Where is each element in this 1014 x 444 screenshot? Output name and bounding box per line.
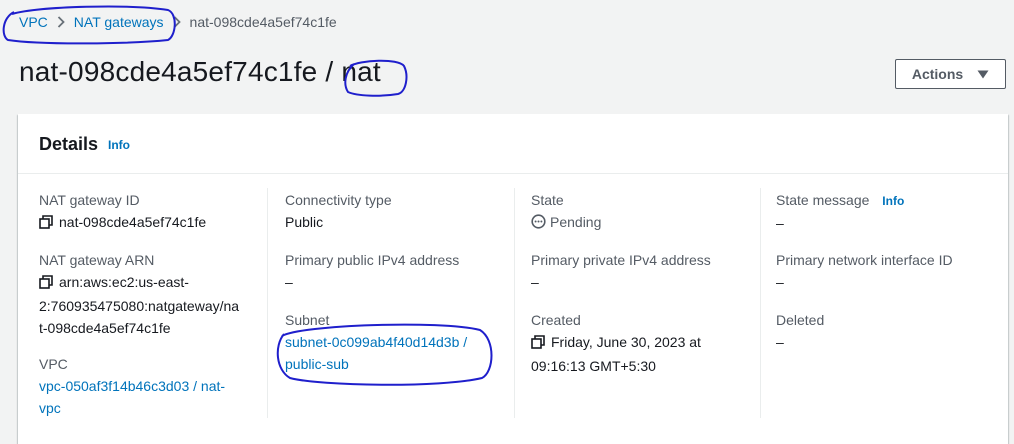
deleted-label: Deleted [776, 312, 825, 328]
nat-gateway-arn-field: NAT gateway ARN arn:aws:ec2:us-east- 2:7… [39, 249, 239, 339]
state-field: State Pending [531, 189, 601, 235]
primary-public-ipv4-value: – [285, 274, 293, 290]
state-message-value: – [776, 215, 784, 231]
actions-button-label: Actions [911, 66, 964, 82]
nat-gateway-id-field: NAT gateway ID nat-098cde4a5ef74c1fe [39, 189, 206, 235]
state-message-info-link[interactable]: Info [882, 194, 904, 208]
details-info-link[interactable]: Info [108, 138, 130, 152]
copy-icon[interactable] [39, 213, 53, 235]
column-divider [514, 188, 515, 418]
copy-icon[interactable] [39, 273, 53, 295]
connectivity-type-value: Public [285, 214, 324, 230]
subnet-label: Subnet [285, 312, 330, 328]
subnet-link[interactable]: subnet-0c099ab4f40d14d3b / public-sub [285, 331, 467, 375]
state-message-field: State message Info – [776, 189, 904, 234]
details-panel-header: Details Info [18, 114, 1008, 174]
nat-gateway-arn-line-2: 2:760935475080:natgateway/na [39, 298, 240, 314]
primary-public-ipv4-label: Primary public IPv4 address [285, 252, 460, 268]
primary-private-ipv4-value: – [531, 274, 539, 290]
created-field: Created Friday, June 30, 2023 at 09:16:1… [531, 309, 701, 377]
connectivity-type-field: Connectivity type Public [285, 189, 392, 233]
vpc-link-line-1: vpc-050af3f14b46c3d03 / nat- [39, 378, 226, 394]
created-label: Created [531, 312, 581, 328]
deleted-value: – [776, 334, 784, 350]
state-value: Pending [550, 214, 602, 230]
details-title: Details [39, 134, 99, 154]
breadcrumb-current: nat-098cde4a5ef74c1fe [189, 14, 337, 30]
actions-button[interactable]: Actions [895, 59, 1006, 89]
created-line-2: 09:16:13 GMT+5:30 [531, 358, 656, 374]
primary-network-interface-field: Primary network interface ID – [776, 249, 953, 293]
nat-gateway-id-value: nat-098cde4a5ef74c1fe [59, 214, 207, 230]
vpc-link[interactable]: vpc-050af3f14b46c3d03 / nat- vpc [39, 375, 225, 419]
primary-private-ipv4-field: Primary private IPv4 address – [531, 249, 711, 293]
pending-status-icon [531, 213, 546, 235]
nat-gateway-arn-line-1: arn:aws:ec2:us-east- [59, 274, 189, 290]
deleted-field: Deleted – [776, 309, 824, 353]
state-message-label: State message [776, 192, 870, 208]
chevron-right-icon [57, 16, 65, 28]
nat-gateway-id-label: NAT gateway ID [39, 192, 140, 208]
copy-icon[interactable] [531, 333, 545, 355]
vpc-link-line-2: vpc [39, 400, 61, 416]
page-title: nat-098cde4a5ef74c1fe / nat [19, 56, 381, 87]
caret-down-icon [977, 66, 989, 82]
vpc-field: VPC vpc-050af3f14b46c3d03 / nat- vpc [39, 353, 225, 419]
details-panel: Details Info NAT gateway ID nat-098cde4a… [18, 114, 1008, 444]
primary-network-interface-value: – [776, 274, 784, 290]
breadcrumb-vpc-link[interactable]: VPC [19, 14, 48, 30]
subnet-link-line-1: subnet-0c099ab4f40d14d3b / [285, 334, 468, 350]
chevron-right-icon [173, 16, 181, 28]
state-label: State [531, 192, 564, 208]
column-divider [267, 188, 268, 418]
breadcrumb: VPC NAT gateways nat-098cde4a5ef74c1fe [19, 14, 337, 30]
breadcrumb-nat-gateways-link[interactable]: NAT gateways [74, 14, 164, 30]
primary-network-interface-label: Primary network interface ID [776, 252, 953, 268]
primary-private-ipv4-label: Primary private IPv4 address [531, 252, 711, 268]
vpc-label: VPC [39, 356, 68, 372]
subnet-field: Subnet subnet-0c099ab4f40d14d3b / public… [285, 309, 467, 375]
primary-public-ipv4-field: Primary public IPv4 address – [285, 249, 459, 293]
subnet-link-line-2: public-sub [285, 356, 349, 372]
nat-gateway-arn-line-3: t-098cde4a5ef74c1fe [39, 320, 171, 336]
created-line-1: Friday, June 30, 2023 at [551, 334, 701, 350]
nat-gateway-arn-label: NAT gateway ARN [39, 252, 155, 268]
connectivity-type-label: Connectivity type [285, 192, 392, 208]
column-divider [760, 188, 761, 418]
